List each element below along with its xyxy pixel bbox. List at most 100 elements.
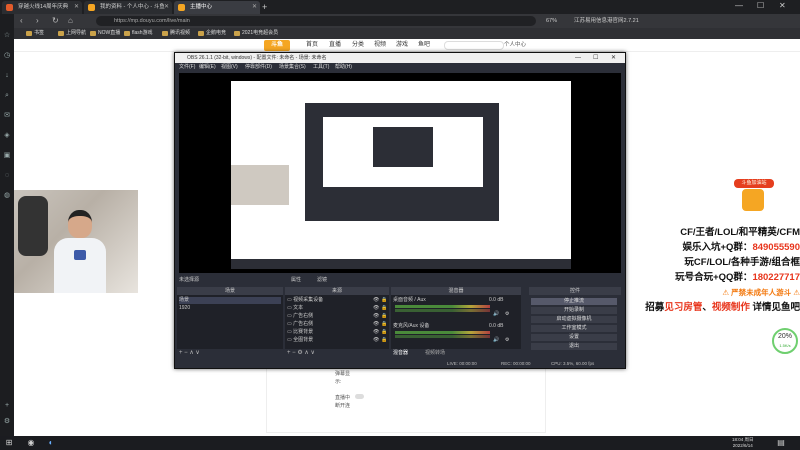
visibility-icon[interactable]: 👁	[373, 297, 379, 304]
gear-icon[interactable]: ⚙	[505, 311, 509, 318]
close-icon[interactable]: ✕	[74, 1, 79, 14]
notification-icon[interactable]: ▤	[776, 438, 786, 448]
lock-icon[interactable]: 🔒	[381, 305, 387, 312]
site-search-input[interactable]	[444, 41, 504, 50]
menu-help[interactable]: 帮助(H)	[335, 64, 352, 71]
promo-line: ⚠ 严禁未成年人游斗 ⚠	[636, 287, 800, 299]
add-icon[interactable]: +	[3, 402, 11, 410]
menu-edit[interactable]: 编辑(E)	[199, 64, 216, 71]
promo-text: 详情见鱼吧	[749, 302, 800, 313]
network-speed-widget[interactable]: 20% 1.5K/s	[772, 328, 798, 354]
scene-item[interactable]: 1920	[179, 305, 281, 312]
lock-icon[interactable]: 🔒	[381, 337, 387, 344]
track-db: 0.0 dB	[489, 297, 504, 303]
bookmark-item[interactable]: flash游戏	[124, 29, 153, 38]
lock-icon[interactable]: 🔒	[381, 321, 387, 328]
home-icon[interactable]: ⌂	[68, 16, 73, 25]
lock-icon[interactable]: 🔒	[381, 329, 387, 336]
tab-streamer-center[interactable]: 主播中心 ✕	[174, 1, 260, 14]
bookmark-item[interactable]: 上网导航	[58, 29, 86, 38]
user-center-link[interactable]: 个人中心	[504, 41, 526, 50]
source-item[interactable]: ▭ 视频采集设备 👁 🔒	[287, 297, 387, 304]
stop-stream-button[interactable]: 停止推流	[531, 298, 617, 305]
reload-icon[interactable]: ↻	[52, 16, 59, 25]
menu-file[interactable]: 文件(F)	[179, 64, 195, 71]
obs-close-button[interactable]: ✕	[611, 53, 616, 63]
visibility-icon[interactable]: 👁	[373, 329, 379, 336]
lock-icon[interactable]: 🔒	[381, 297, 387, 304]
virtual-camera-button[interactable]: 启动虚拟摄像机	[531, 316, 617, 323]
exit-button[interactable]: 退出	[531, 343, 617, 350]
visibility-icon[interactable]: 👁	[373, 321, 379, 328]
windows-start-icon[interactable]: ⊞	[4, 438, 14, 448]
minimize-button[interactable]: —	[735, 1, 743, 10]
search-icon[interactable]: ⌕	[3, 92, 11, 100]
studio-mode-button[interactable]: 工作室模式	[531, 325, 617, 332]
settings-icon[interactable]: ⚙	[3, 418, 11, 426]
back-icon[interactable]: ‹	[20, 16, 23, 25]
maximize-button[interactable]: ☐	[757, 1, 764, 10]
move-down-icon[interactable]: ∨	[195, 350, 199, 356]
nav-game[interactable]: 游戏	[396, 41, 408, 50]
close-icon[interactable]: ✕	[252, 1, 257, 14]
streamer-figure	[54, 210, 106, 293]
settings-button[interactable]: 设置	[531, 334, 617, 341]
nav-live[interactable]: 直播	[329, 41, 341, 50]
message-icon[interactable]: ✉	[3, 112, 11, 120]
tab-cf-event[interactable]: 穿越火线14周年庆典 ✕	[2, 1, 82, 14]
download-icon[interactable]: ↓	[3, 72, 11, 80]
url-input[interactable]: https://mp.douyu.com/live/main	[96, 16, 536, 26]
visibility-icon[interactable]: 👁	[373, 337, 379, 344]
bookmark-item[interactable]: 书签	[26, 29, 44, 38]
nav-video[interactable]: 视频	[374, 41, 386, 50]
address-right-info: 江苏易用信息港官网2.7.21	[574, 18, 639, 24]
close-icon[interactable]: ✕	[164, 1, 169, 14]
game-icon[interactable]: ◈	[3, 132, 11, 140]
nav-category[interactable]: 分类	[352, 41, 364, 50]
obs-preview[interactable]	[179, 73, 621, 273]
close-window-button[interactable]: ✕	[779, 1, 786, 10]
source-item[interactable]: ▭ 比赛背景 👁 🔒	[287, 329, 387, 336]
setting-toggle[interactable]	[355, 394, 364, 399]
source-item[interactable]: ▭ 全图背景 👁 🔒	[287, 337, 387, 344]
scene-item[interactable]: 场景	[179, 297, 281, 304]
bookmark-item[interactable]: 腾讯视频	[162, 29, 190, 38]
properties-button[interactable]: 属性	[291, 276, 301, 284]
nav-yuba[interactable]: 鱼吧	[418, 41, 430, 50]
move-down-icon[interactable]: ∨	[310, 350, 314, 356]
douyu-logo[interactable]: 斗鱼	[264, 40, 290, 51]
start-recording-button[interactable]: 开始录制	[531, 307, 617, 314]
shop-icon[interactable]: ▣	[3, 152, 11, 160]
obs-maximize-button[interactable]: ☐	[593, 53, 598, 63]
menu-docks[interactable]: 停靠部件(D)	[245, 64, 272, 71]
tab-profile[interactable]: 我的资料 - 个人中心 - 斗鱼 ✕	[84, 1, 172, 14]
bookmark-item[interactable]: 2021电竞超会员	[234, 29, 278, 38]
visibility-icon[interactable]: 👁	[373, 305, 379, 312]
weibo-icon[interactable]: ◍	[3, 192, 11, 200]
bookmark-item[interactable]: 企鹅电竞	[198, 29, 226, 38]
tab-transitions[interactable]: 视频转场	[425, 349, 445, 357]
visibility-icon[interactable]: 👁	[373, 313, 379, 320]
history-icon[interactable]: ◷	[3, 52, 11, 60]
source-item[interactable]: ▭ 广告右侧 👁 🔒	[287, 321, 387, 328]
bookmark-item[interactable]: NOW直播	[90, 29, 120, 38]
filters-button[interactable]: 滤镜	[317, 276, 327, 284]
source-item[interactable]: ▭ 文本 👁 🔒	[287, 305, 387, 312]
menu-scene-collection[interactable]: 场景集合(S)	[279, 64, 306, 71]
nav-home[interactable]: 首页	[306, 41, 318, 50]
bookmark-sidebar-icon[interactable]: ☆	[3, 32, 11, 40]
tab-mixer[interactable]: 混音器	[393, 349, 408, 357]
menu-tools[interactable]: 工具(T)	[313, 64, 329, 71]
source-item[interactable]: ▭ 广告右侧 👁 🔒	[287, 313, 387, 320]
forward-icon[interactable]: ›	[36, 16, 39, 25]
gear-icon[interactable]: ⚙	[505, 337, 509, 344]
speaker-icon[interactable]: 🔊	[493, 311, 499, 318]
obs-minimize-button[interactable]: —	[575, 53, 581, 63]
menu-view[interactable]: 视图(V)	[221, 64, 238, 71]
speaker-icon[interactable]: 🔊	[493, 337, 499, 344]
chat-icon[interactable]: ◌	[3, 172, 11, 180]
new-tab-button[interactable]: +	[262, 2, 267, 12]
obs-taskbar-icon[interactable]: ◉	[26, 438, 36, 448]
browser-taskbar-icon[interactable]: ◐	[46, 438, 56, 448]
lock-icon[interactable]: 🔒	[381, 313, 387, 320]
